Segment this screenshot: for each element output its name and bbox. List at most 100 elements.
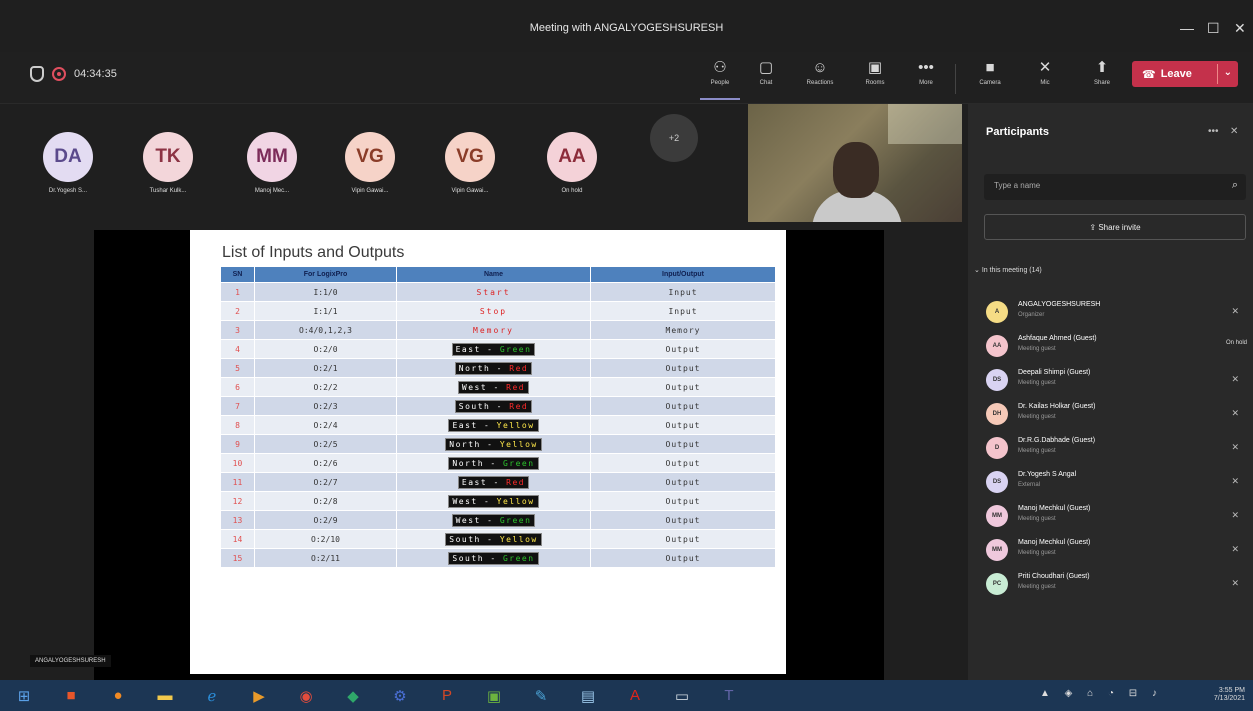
reactions-button[interactable]: ☺ Reactions bbox=[800, 56, 840, 100]
direction-text: South bbox=[452, 553, 485, 563]
participant-name: Dr.Yogesh S... bbox=[48, 188, 88, 194]
avatar: MM bbox=[247, 132, 297, 182]
address-cell: O:4/0,1,2,3 bbox=[254, 320, 397, 340]
separator: - bbox=[484, 553, 503, 563]
more-participants-button[interactable]: +2 bbox=[650, 114, 698, 162]
chrome-icon[interactable]: ◉ bbox=[292, 684, 320, 708]
window-icon[interactable]: ▭ bbox=[668, 684, 696, 708]
mic-off-icon[interactable]: ✕ bbox=[1231, 374, 1239, 385]
mic-off-icon[interactable]: ✕ bbox=[1231, 476, 1239, 487]
participant-name: Tushar Kulk... bbox=[149, 188, 187, 194]
leave-divider bbox=[1217, 64, 1218, 84]
mic-off-icon[interactable]: ✕ bbox=[1231, 544, 1239, 555]
mic-off-icon[interactable]: ✕ bbox=[1231, 408, 1239, 419]
participant-role: External bbox=[1018, 482, 1041, 488]
meeting-toolbar: 04:34:35 ⚇ People ▢ Chat ☺ Reactions ▣ Rooms •••… bbox=[0, 52, 1253, 104]
settings-icon[interactable]: ⚙ bbox=[386, 684, 414, 708]
paint-icon[interactable]: ✎ bbox=[527, 684, 555, 708]
mic-off-icon[interactable]: ✕ bbox=[1231, 510, 1239, 521]
maximize-icon[interactable]: ☐ bbox=[1207, 20, 1220, 37]
io-cell: Output bbox=[590, 510, 776, 530]
more-button[interactable]: ••• More bbox=[906, 56, 946, 100]
list-item[interactable]: D Dr.R.G.Dabhade (Guest) Meeting guest ✕ bbox=[968, 432, 1253, 466]
title-bar: Meeting with ANGALYOGESHSURESH — ☐ ✕ bbox=[0, 0, 1253, 52]
color-text: Green bbox=[499, 515, 532, 525]
list-item[interactable]: A ANGALYOGESHSURESH Organizer ✕ bbox=[968, 296, 1253, 330]
list-item[interactable]: AA Ashfaque Ahmed (Guest) Meeting guest On … bbox=[968, 330, 1253, 364]
mic-button[interactable]: ✕ Mic bbox=[1025, 56, 1065, 100]
participant-tile[interactable]: AA On hold bbox=[532, 122, 612, 194]
list-item[interactable]: DH Dr. Kailas Holkar (Guest) Meeting guest… bbox=[968, 398, 1253, 432]
avatar: DS bbox=[986, 471, 1008, 493]
avatar: AA bbox=[547, 132, 597, 182]
list-item[interactable]: DS Dr.Yogesh S Angal External ✕ bbox=[968, 466, 1253, 500]
timer-text: 04:34:35 bbox=[74, 68, 117, 80]
list-item[interactable]: DS Deepali Shimpi (Guest) Meeting guest ✕ bbox=[968, 364, 1253, 398]
teams-icon[interactable]: T bbox=[715, 684, 743, 708]
rooms-button[interactable]: ▣ Rooms bbox=[855, 56, 895, 100]
image-icon[interactable]: ▣ bbox=[480, 684, 508, 708]
name-cell: South - Green bbox=[396, 548, 591, 568]
list-item[interactable]: MM Manoj Mechkul (Guest) Meeting guest ✕ bbox=[968, 534, 1253, 568]
participant-tile[interactable]: VG Vipin Gawai... bbox=[330, 122, 410, 194]
shared-slide: List of Inputs and Outputs SN For LogixP… bbox=[190, 230, 786, 674]
column-header: Name bbox=[396, 266, 591, 283]
table-row: 13 O:2/9 West - Green Output bbox=[220, 510, 776, 530]
participant-role: Meeting guest bbox=[1018, 346, 1056, 352]
table-row: 1 I:1/0 Start Input bbox=[220, 282, 776, 302]
list-item[interactable]: MM Manoj Mechkul (Guest) Meeting guest ✕ bbox=[968, 500, 1253, 534]
participant-tile[interactable]: MM Manoj Mec... bbox=[232, 122, 312, 194]
leave-button[interactable]: ☎ Leave ⌄ bbox=[1132, 61, 1238, 87]
close-panel-icon[interactable]: ✕ bbox=[1230, 126, 1238, 137]
system-tray[interactable]: ▲ ◈ ⌂ ◔ ⊟ ♪ bbox=[1040, 688, 1163, 699]
mic-off-icon[interactable]: ✕ bbox=[1231, 306, 1239, 317]
color-text: Red bbox=[506, 382, 526, 392]
firefox-icon[interactable]: ● bbox=[104, 684, 132, 708]
participant-tile[interactable]: DA Dr.Yogesh S... bbox=[28, 122, 108, 194]
app-icon[interactable]: ◆ bbox=[339, 684, 367, 708]
name-cell: Memory bbox=[396, 320, 591, 340]
acrobat-icon[interactable]: A bbox=[621, 684, 649, 708]
minimize-icon[interactable]: — bbox=[1180, 20, 1194, 36]
windows-start-icon[interactable]: ⊞ bbox=[10, 684, 38, 708]
internet-explorer-icon[interactable]: ℯ bbox=[198, 684, 226, 708]
powerpoint-icon[interactable]: P bbox=[433, 684, 461, 708]
office-icon[interactable]: ■ bbox=[57, 684, 85, 708]
direction-text: South bbox=[458, 401, 491, 411]
notes-icon[interactable]: ▤ bbox=[574, 684, 602, 708]
lamp-label: South - Yellow bbox=[445, 532, 542, 546]
clock[interactable]: 3:55 PM 7/13/2021 bbox=[1214, 687, 1245, 703]
mic-off-icon[interactable]: ✕ bbox=[1231, 442, 1239, 453]
list-item[interactable]: PC Priti Choudhari (Guest) Meeting guest ✕ bbox=[968, 568, 1253, 602]
participant-tile[interactable]: TK Tushar Kulk... bbox=[128, 122, 208, 194]
chat-button[interactable]: ▢ Chat bbox=[746, 56, 786, 100]
chevron-down-icon[interactable]: ⌄ bbox=[1224, 67, 1232, 78]
camera-icon: ■ bbox=[985, 59, 995, 76]
share-invite-label: Share invite bbox=[1098, 223, 1141, 232]
search-icon[interactable]: ⌕ bbox=[1232, 179, 1238, 192]
participant-name: Vipin Gawai... bbox=[351, 188, 389, 194]
participant-search-input[interactable]: Type a name ⌕ bbox=[984, 174, 1246, 200]
name-cell: East - Green bbox=[396, 339, 591, 359]
people-icon: ⚇ bbox=[713, 59, 727, 76]
participant-tile[interactable]: VG Vipin Gawai... bbox=[430, 122, 510, 194]
section-header[interactable]: ⌄ In this meeting (14) bbox=[974, 266, 1042, 274]
lamp-label: East - Green bbox=[451, 342, 536, 356]
toolbar-label: Reactions bbox=[806, 80, 834, 86]
share-invite-button[interactable]: ⇪ Share invite bbox=[984, 214, 1246, 240]
avatar: PC bbox=[986, 573, 1008, 595]
name-cell: East - Yellow bbox=[396, 415, 591, 435]
participant-name: Dr.Yogesh S Angal bbox=[1018, 471, 1077, 478]
name-cell: West - Yellow bbox=[396, 491, 591, 511]
media-player-icon[interactable]: ▶ bbox=[245, 684, 273, 708]
more-options-icon[interactable]: ••• bbox=[1208, 126, 1219, 137]
file-explorer-icon[interactable]: ▬ bbox=[151, 684, 179, 708]
presenter-video[interactable] bbox=[748, 104, 962, 222]
address-cell: O:2/11 bbox=[254, 548, 397, 568]
share-button[interactable]: ⬆ Share bbox=[1082, 56, 1122, 100]
mic-off-icon[interactable]: ✕ bbox=[1231, 578, 1239, 589]
people-button[interactable]: ⚇ People bbox=[700, 56, 740, 100]
camera-button[interactable]: ■ Camera bbox=[970, 56, 1010, 100]
close-icon[interactable]: ✕ bbox=[1234, 20, 1246, 37]
participant-role: Meeting guest bbox=[1018, 516, 1056, 522]
